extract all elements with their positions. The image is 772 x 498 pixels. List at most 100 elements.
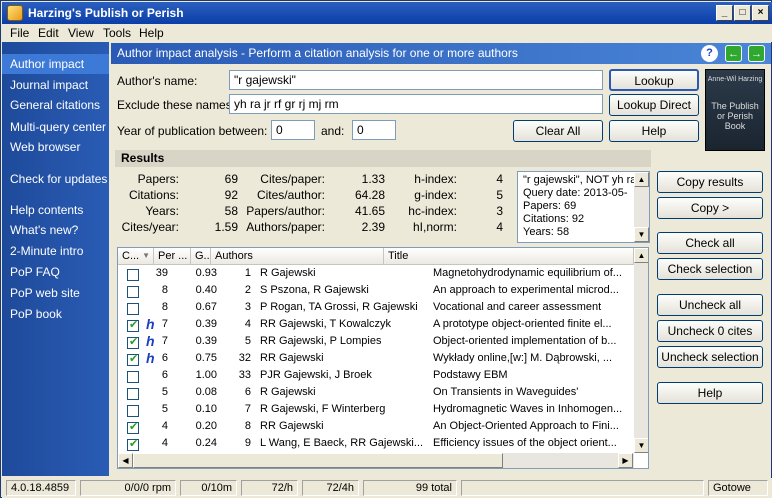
- cell-rank: 2: [244, 284, 251, 296]
- sidebar-item-pop-faq[interactable]: PoP FAQ: [2, 262, 109, 282]
- table-row[interactable]: 5 0.08 6 R Gajewski On Transients in Wavegui…: [118, 385, 634, 402]
- cell-rank: 5: [244, 335, 251, 347]
- table-row[interactable]: 8 0.40 2 S Pszona, R Gajewski An approach to…: [118, 283, 634, 300]
- pop-book-cover[interactable]: Anne-Wil Harzing The Publish or Perish B…: [705, 69, 765, 151]
- menu-file[interactable]: File: [10, 26, 29, 40]
- cell-per-year: 0.39: [195, 335, 217, 347]
- copy-menu-button[interactable]: Copy >: [657, 197, 763, 219]
- cell-rank: 1: [244, 267, 251, 279]
- row-checkbox[interactable]: [127, 352, 139, 366]
- table-horizontal-scrollbar[interactable]: ◀ ▶: [118, 453, 634, 468]
- help-button[interactable]: Help: [609, 120, 699, 142]
- help-icon[interactable]: ?: [701, 45, 718, 62]
- row-checkbox[interactable]: [127, 286, 139, 298]
- row-checkbox[interactable]: [127, 437, 139, 451]
- row-checkbox[interactable]: [127, 405, 139, 417]
- column-header-rank[interactable]: G...: [191, 248, 211, 265]
- row-checkbox[interactable]: [127, 388, 139, 400]
- year-to-input[interactable]: 0: [352, 120, 396, 140]
- window-title: Harzing's Publish or Perish: [28, 6, 184, 20]
- back-arrow-icon[interactable]: ←: [725, 45, 742, 62]
- stat-label: Cites/author:: [256, 188, 325, 202]
- column-header-cites[interactable]: C... ▼: [118, 248, 154, 265]
- memo-scrollbar[interactable]: ▲ ▼: [634, 172, 649, 242]
- table-vertical-scrollbar[interactable]: ▲ ▼: [634, 248, 648, 453]
- stat-value: 64.28: [354, 188, 385, 202]
- scroll-up-arrow-icon[interactable]: ▲: [634, 248, 648, 263]
- sidebar-item-whats-new[interactable]: What's new?: [2, 220, 109, 240]
- cell-per-year: 0.75: [195, 352, 217, 364]
- scroll-right-arrow-icon[interactable]: ▶: [618, 453, 633, 468]
- scroll-thumb[interactable]: [133, 453, 503, 468]
- column-header-per-year[interactable]: Per ...: [154, 248, 191, 265]
- sidebar-item-pop-book[interactable]: PoP book: [2, 304, 109, 324]
- scroll-up-arrow-icon[interactable]: ▲: [634, 172, 649, 187]
- table-row[interactable]: 39 0.93 1 R Gajewski Magnetohydrodynamic equ…: [118, 266, 634, 283]
- table-row[interactable]: 4 0.20 8 RR Gajewski An Object-Oriented Appr…: [118, 419, 634, 436]
- menu-tools[interactable]: Tools: [103, 26, 131, 40]
- cell-per-year: 0.24: [195, 437, 217, 449]
- sidebar-item-help-contents[interactable]: Help contents: [2, 200, 109, 220]
- sidebar-item-check-updates[interactable]: Check for updates: [2, 169, 109, 189]
- forward-arrow-icon[interactable]: →: [748, 45, 765, 62]
- table-row[interactable]: 6 1.00 33 PJR Gajewski, J Broek Podstawy EBM: [118, 368, 634, 385]
- check-selection-button[interactable]: Check selection: [657, 258, 763, 280]
- stat-label: Papers:: [137, 172, 179, 186]
- cell-authors: R Gajewski: [260, 267, 316, 279]
- sort-down-icon: ▼: [142, 251, 150, 260]
- sidebar-item-journal-impact[interactable]: Journal impact: [2, 75, 109, 95]
- year-from-input[interactable]: 0: [271, 120, 315, 140]
- table-row[interactable]: h70.395RR Gajewski, P LompiesObject-orie…: [118, 333, 634, 351]
- menu-edit[interactable]: Edit: [38, 26, 59, 40]
- sidebar-item-author-impact[interactable]: Author impact: [2, 54, 109, 74]
- sidebar-item-2-minute-intro[interactable]: 2-Minute intro: [2, 241, 109, 261]
- close-button[interactable]: ×: [752, 5, 769, 21]
- check-all-button[interactable]: Check all: [657, 232, 763, 254]
- scroll-down-arrow-icon[interactable]: ▼: [634, 227, 649, 242]
- stat-label: Years:: [145, 204, 179, 218]
- maximize-button[interactable]: □: [734, 5, 751, 21]
- menu-view[interactable]: View: [68, 26, 94, 40]
- scroll-left-arrow-icon[interactable]: ◀: [118, 453, 133, 468]
- exclude-names-input[interactable]: yh ra jr rf gr rj mj rm: [229, 94, 603, 114]
- table-row[interactable]: h60.7532RR GajewskiWykłady online,[w:] M…: [118, 350, 634, 368]
- column-header-authors[interactable]: Authors: [211, 248, 384, 265]
- scroll-down-arrow-icon[interactable]: ▼: [634, 438, 648, 453]
- row-checkbox[interactable]: [127, 335, 139, 349]
- lookup-button[interactable]: Lookup: [609, 69, 699, 91]
- minimize-button[interactable]: _: [716, 5, 733, 21]
- cell-per-year: 0.40: [195, 284, 217, 296]
- cell-per-year: 0.10: [195, 403, 217, 415]
- sidebar-item-web-browser[interactable]: Web browser: [2, 137, 109, 157]
- stat-value: 92: [224, 188, 238, 202]
- lookup-direct-button[interactable]: Lookup Direct: [609, 94, 699, 116]
- uncheck-selection-button[interactable]: Uncheck selection: [657, 346, 763, 368]
- sidebar-item-pop-web-site[interactable]: PoP web site: [2, 283, 109, 303]
- menu-help[interactable]: Help: [139, 26, 164, 40]
- stat-label: Cites/paper:: [260, 172, 325, 186]
- title-bar[interactable]: Harzing's Publish or Perish _ □ ×: [2, 2, 772, 24]
- table-row[interactable]: 4 0.24 9 L Wang, E Baeck, RR Gajewski... Eff…: [118, 436, 634, 453]
- stat-value: 41.65: [354, 204, 385, 218]
- row-checkbox[interactable]: [127, 420, 139, 434]
- clear-all-button[interactable]: Clear All: [513, 120, 603, 142]
- uncheck-all-button[interactable]: Uncheck all: [657, 294, 763, 316]
- sidebar-item-multi-query[interactable]: Multi-query center: [2, 117, 109, 137]
- cell-cites: 4: [161, 420, 168, 432]
- stat-label: hc-index:: [408, 204, 457, 218]
- help-results-button[interactable]: Help: [657, 382, 763, 404]
- uncheck-0-cites-button[interactable]: Uncheck 0 cites: [657, 320, 763, 342]
- author-name-input[interactable]: "r gajewski": [229, 70, 603, 90]
- row-checkbox[interactable]: [127, 371, 139, 383]
- memo-line: Years: 58: [523, 226, 570, 238]
- row-checkbox[interactable]: [127, 318, 139, 332]
- table-row[interactable]: 5 0.10 7 R Gajewski, F Winterberg Hydromagne…: [118, 402, 634, 419]
- copy-results-button[interactable]: Copy results: [657, 171, 763, 193]
- sidebar-item-general-citations[interactable]: General citations: [2, 95, 109, 115]
- row-checkbox[interactable]: [127, 303, 139, 315]
- column-header-title[interactable]: Title: [384, 248, 634, 265]
- row-checkbox[interactable]: [127, 269, 139, 281]
- results-summary-memo[interactable]: "r gajewski", NOT yh ra Query date: 2013…: [517, 171, 650, 243]
- table-row[interactable]: h70.394RR Gajewski, T KowalczykA prototy…: [118, 316, 634, 334]
- table-row[interactable]: 8 0.67 3 P Rogan, TA Grossi, R Gajewski Voca…: [118, 300, 634, 317]
